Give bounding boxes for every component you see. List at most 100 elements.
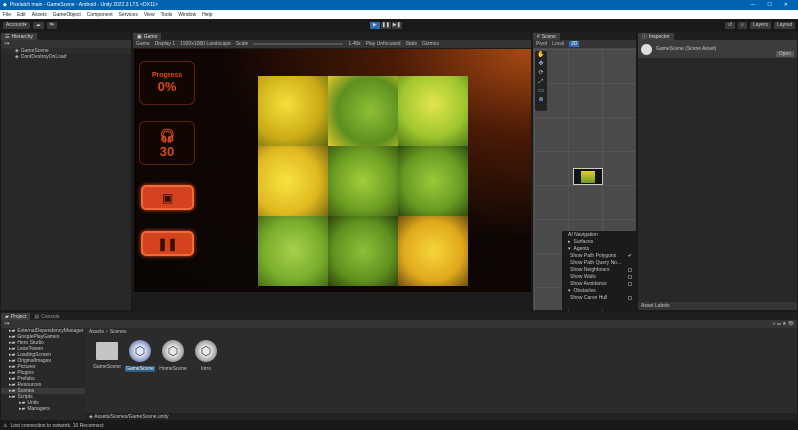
scene-toolbar: Pivot Local 2D bbox=[533, 40, 636, 48]
stats-button[interactable]: Stats bbox=[406, 41, 417, 47]
asset-labels[interactable]: Asset Labels bbox=[638, 302, 797, 310]
menu-gameobject[interactable]: GameObject bbox=[53, 12, 81, 18]
asset-label: HomeScene bbox=[159, 366, 187, 372]
asset-item[interactable]: ⬡ Intro bbox=[188, 340, 224, 372]
status-message[interactable]: Lost connection to network. 10 Reconnect bbox=[10, 423, 103, 429]
pause-game-button[interactable]: ❚❚ bbox=[141, 231, 194, 256]
folder-item[interactable]: ▸▰ Managers bbox=[1, 406, 85, 412]
unity-scene-icon: ⬡ bbox=[129, 340, 151, 362]
breadcrumb-assets[interactable]: Assets bbox=[89, 329, 104, 335]
menu-edit[interactable]: Edit bbox=[17, 12, 26, 18]
game-mode-dropdown[interactable]: Game bbox=[136, 41, 150, 47]
overlay-checkbox[interactable]: Show Path Polygons ✔ bbox=[562, 252, 636, 259]
menu-component[interactable]: Component bbox=[87, 12, 113, 18]
overlay-checkbox[interactable]: Show Neighbours bbox=[562, 266, 636, 273]
overlay-checkbox[interactable]: Show Carve Hull bbox=[562, 294, 636, 301]
overlay-checkbox[interactable]: Show Path Query No... bbox=[562, 259, 636, 266]
breadcrumb-scenes[interactable]: Scenes bbox=[110, 329, 127, 335]
layers-dropdown[interactable]: Layers bbox=[749, 21, 771, 29]
folder-icon: ▰ bbox=[5, 313, 9, 320]
menu-services[interactable]: Services bbox=[119, 12, 138, 18]
local-dropdown[interactable]: Local bbox=[552, 41, 564, 47]
play-button[interactable]: ▶ bbox=[369, 21, 380, 29]
main-toolbar: Account ▾ ☁ ⇆ ▶ ❚❚ ▶❚ ↺ ⌕ Layers Layout bbox=[0, 19, 798, 31]
resolution-dropdown[interactable]: 1920x1080 Landscape bbox=[180, 41, 231, 47]
overlay-section[interactable]: ▸ Surfaces bbox=[562, 238, 636, 245]
menu-window[interactable]: Window bbox=[178, 12, 196, 18]
asset-label: GameScene bbox=[125, 366, 155, 372]
tab-hierarchy[interactable]: ☰ Hierarchy bbox=[1, 33, 37, 40]
layout-dropdown[interactable]: Layout bbox=[773, 21, 795, 29]
inspector-panel: ⓘ Inspector GameScene (Scene Asset) Open … bbox=[637, 31, 798, 311]
add-icon[interactable]: +▾ bbox=[4, 321, 9, 327]
menu-tools[interactable]: Tools bbox=[161, 12, 173, 18]
collab-icon[interactable]: ⇆ bbox=[46, 21, 57, 29]
tab-inspector[interactable]: ⓘ Inspector bbox=[638, 33, 674, 40]
tab-game[interactable]: ▣ Game bbox=[133, 33, 162, 40]
overlay-checkbox[interactable]: Show Avoidance bbox=[562, 280, 636, 287]
status-bar: ⚠ Lost connection to network. 10 Reconne… bbox=[0, 421, 798, 430]
folder-label: Managers bbox=[27, 406, 50, 412]
2d-toggle[interactable]: 2D bbox=[569, 41, 580, 47]
puzzle-tile[interactable] bbox=[398, 216, 468, 286]
menu-help[interactable]: Help bbox=[202, 12, 212, 18]
moves-box: 🎧︎ 30 bbox=[139, 121, 195, 165]
search-field[interactable]: ⌕ ▭ ★ 👁︎ bbox=[773, 321, 794, 327]
play-mode-dropdown[interactable]: Play Unfocused bbox=[366, 41, 401, 47]
moves-value: 30 bbox=[159, 143, 175, 159]
puzzle-tile[interactable] bbox=[328, 146, 398, 216]
overlay-checkbox[interactable]: Show Walls bbox=[562, 273, 636, 280]
asset-item[interactable]: GameScene bbox=[89, 340, 125, 370]
hint-button[interactable]: ▣ bbox=[141, 185, 194, 210]
puzzle-tile[interactable] bbox=[398, 76, 468, 146]
asset-path: ◈ Assets/Scenes/GameScene.unity bbox=[86, 413, 797, 420]
minimize-button[interactable]: — bbox=[750, 2, 755, 8]
inspector-header: GameScene (Scene Asset) Open bbox=[638, 40, 797, 58]
asset-item[interactable]: ⬡ HomeScene bbox=[155, 340, 191, 372]
asset-browser: Assets › Scenes GameScene ⬡ GameScene ⬡ Ho… bbox=[86, 328, 797, 420]
scale-value: 1.48x bbox=[348, 41, 361, 47]
tab-project[interactable]: ▰ Project bbox=[1, 313, 31, 320]
puzzle-tile[interactable] bbox=[328, 216, 398, 286]
scene-game-object[interactable] bbox=[573, 168, 603, 185]
overlay-section[interactable]: ▾ Agents bbox=[562, 245, 636, 252]
scale-slider[interactable] bbox=[253, 43, 344, 45]
menu-file[interactable]: File bbox=[3, 12, 11, 18]
account-dropdown[interactable]: Account ▾ bbox=[3, 21, 30, 29]
history-icon[interactable]: ↺ bbox=[724, 21, 736, 29]
tab-scene[interactable]: # Scene bbox=[533, 33, 560, 40]
menu-assets[interactable]: Assets bbox=[32, 12, 47, 18]
puzzle-tile[interactable] bbox=[328, 76, 398, 146]
hierarchy-item[interactable]: ◈ DontDestroyOnLoad bbox=[1, 54, 131, 60]
menu-view[interactable]: View bbox=[144, 12, 155, 18]
cloud-icon[interactable]: ☁ bbox=[32, 21, 44, 29]
puzzle-tile[interactable] bbox=[258, 76, 328, 146]
pause-button[interactable]: ❚❚ bbox=[380, 21, 391, 29]
hierarchy-search[interactable]: +▾ bbox=[1, 40, 131, 48]
asset-item[interactable]: ⬡ GameScene bbox=[122, 340, 158, 372]
game-panel: ▣ Game Game Display 1 1920x1080 Landscape… bbox=[132, 31, 532, 311]
step-button[interactable]: ▶❚ bbox=[391, 21, 402, 29]
folder-icon bbox=[96, 342, 118, 360]
gizmos-button[interactable]: Gizmos bbox=[422, 41, 439, 47]
hierarchy-panel: ☰ Hierarchy +▾ ◈ GameScene ◈ DontDestroyOnL… bbox=[0, 31, 132, 311]
add-icon[interactable]: +▾ bbox=[4, 41, 9, 47]
close-button[interactable]: ✕ bbox=[784, 2, 788, 8]
open-button[interactable]: Open bbox=[775, 51, 794, 57]
puzzle-tile[interactable] bbox=[398, 146, 468, 216]
search-icon[interactable]: ⌕ bbox=[738, 21, 747, 29]
pivot-dropdown[interactable]: Pivot bbox=[536, 41, 547, 47]
display-dropdown[interactable]: Display 1 bbox=[155, 41, 176, 47]
unity-scene-icon: ⬡ bbox=[162, 340, 184, 362]
puzzle-tile[interactable] bbox=[258, 216, 328, 286]
transform-tools-icons[interactable]: ✋ ✥ ⟳ ⤢ ▭ ⊕ bbox=[535, 51, 547, 105]
maximize-button[interactable]: ☐ bbox=[767, 2, 771, 8]
overlay-section[interactable]: ▾ Obstacles bbox=[562, 287, 636, 294]
game-viewport[interactable]: Progress 0% 🎧︎ 30 ▣ ❚❚ bbox=[134, 49, 531, 292]
puzzle-tile[interactable] bbox=[258, 146, 328, 216]
scale-label: Scale bbox=[235, 41, 249, 47]
tab-console[interactable]: ▤ Console bbox=[30, 313, 64, 320]
game-icon: ▣ bbox=[137, 33, 142, 40]
folder-icon: ▸▰ bbox=[19, 406, 26, 412]
puzzle-board bbox=[258, 76, 468, 286]
